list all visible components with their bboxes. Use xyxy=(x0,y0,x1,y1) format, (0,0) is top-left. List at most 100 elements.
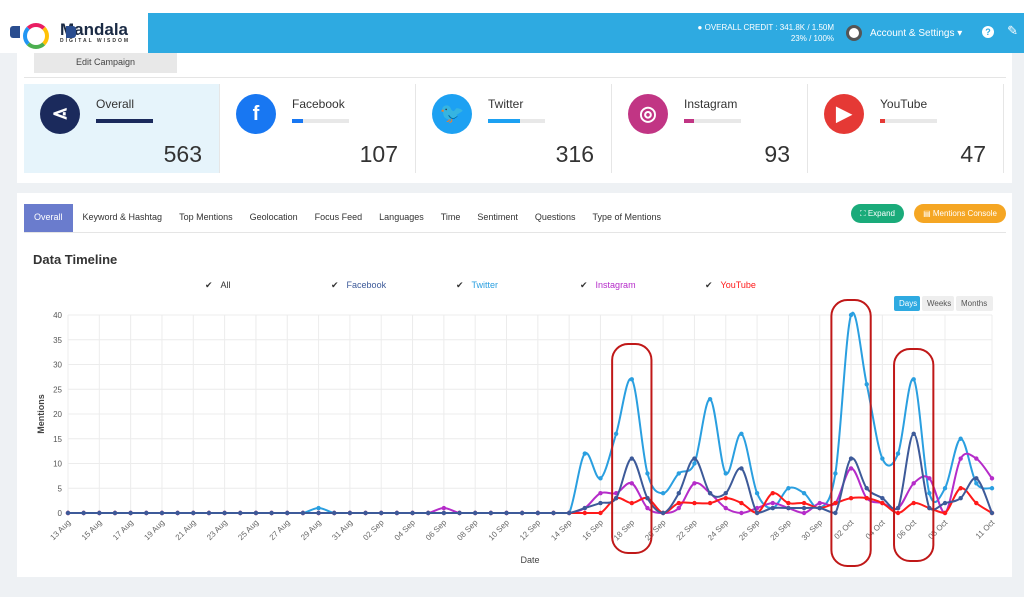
data-point-twitter xyxy=(316,505,321,511)
data-point-youtube xyxy=(676,500,681,506)
data-point-youtube xyxy=(911,500,916,506)
data-point-facebook xyxy=(974,476,979,481)
data-point-instagram xyxy=(817,500,822,506)
data-point-twitter xyxy=(911,377,916,382)
data-point-twitter xyxy=(598,476,603,481)
data-point-facebook xyxy=(253,510,259,516)
data-point-facebook xyxy=(175,510,180,516)
data-point-twitter xyxy=(833,471,838,476)
x-tick-label: 04 Oct xyxy=(864,518,888,542)
data-point-facebook xyxy=(97,510,102,516)
data-point-twitter xyxy=(676,471,681,476)
x-tick-label: 08 Oct xyxy=(926,518,950,542)
data-point-facebook xyxy=(864,486,869,491)
data-point-youtube xyxy=(864,495,869,501)
data-point-facebook xyxy=(754,510,760,516)
data-point-facebook xyxy=(144,510,149,516)
data-point-facebook xyxy=(332,510,337,516)
x-tick-label: 14 Sep xyxy=(549,518,574,543)
x-axis-title: Date xyxy=(520,555,539,565)
data-timeline-chart: 0 5 10 15 20 25 30 35 40 13 Aug 15 Aug 17 Aug 19 Aug… xyxy=(36,299,997,567)
data-point-twitter xyxy=(801,491,807,496)
data-point-instagram xyxy=(692,481,697,486)
scrollbar-track[interactable] xyxy=(1012,53,1024,597)
series-line-facebook xyxy=(68,432,993,515)
data-point-facebook xyxy=(488,510,494,516)
data-point-facebook xyxy=(676,491,681,496)
y-tick-label: 15 xyxy=(53,435,62,444)
data-point-facebook xyxy=(989,510,995,516)
data-point-facebook xyxy=(426,510,431,516)
data-point-facebook xyxy=(285,510,290,516)
data-point-youtube xyxy=(958,486,963,491)
data-point-instagram xyxy=(645,505,650,511)
x-tick-label: 25 Aug xyxy=(236,518,260,542)
data-point-facebook xyxy=(629,456,634,461)
x-tick-label: 26 Sep xyxy=(737,518,762,543)
data-point-twitter xyxy=(958,436,963,441)
data-point-facebook xyxy=(379,510,384,516)
data-point-facebook xyxy=(895,505,901,511)
y-tick-label: 10 xyxy=(53,460,62,469)
data-point-facebook xyxy=(723,491,728,496)
data-point-instagram xyxy=(989,476,995,481)
data-point-twitter xyxy=(660,491,666,496)
data-point-facebook xyxy=(269,510,274,516)
data-point-facebook xyxy=(316,510,321,516)
data-point-facebook xyxy=(598,500,603,506)
data-point-facebook xyxy=(817,505,822,511)
data-point-instagram xyxy=(801,510,807,516)
data-point-facebook xyxy=(128,510,133,516)
data-point-youtube xyxy=(598,510,603,516)
data-point-youtube xyxy=(848,495,854,501)
x-tick-label: 08 Sep xyxy=(455,518,480,543)
x-tick-label: 30 Sep xyxy=(800,518,825,543)
data-point-instagram xyxy=(927,476,932,481)
data-point-twitter xyxy=(739,431,744,436)
data-point-facebook xyxy=(911,431,916,436)
data-point-facebook xyxy=(347,510,353,516)
data-point-facebook xyxy=(504,510,509,516)
x-tick-label: 18 Sep xyxy=(612,518,637,543)
data-point-youtube xyxy=(895,510,901,516)
data-point-facebook xyxy=(566,510,572,516)
x-tick-label: 20 Sep xyxy=(643,518,668,543)
data-point-instagram xyxy=(629,481,634,486)
data-point-twitter xyxy=(974,481,979,486)
data-point-facebook xyxy=(739,466,744,471)
series-line-youtube xyxy=(68,487,993,515)
x-tick-label: 02 Sep xyxy=(361,518,386,543)
x-tick-label: 16 Sep xyxy=(581,518,606,543)
x-tick-label: 23 Aug xyxy=(205,518,229,542)
data-point-twitter xyxy=(880,456,885,461)
y-tick-label: 30 xyxy=(53,361,62,370)
data-point-facebook xyxy=(519,510,525,516)
data-point-youtube xyxy=(770,491,775,496)
x-tick-label: 13 Aug xyxy=(48,518,72,542)
data-point-facebook xyxy=(81,510,86,516)
data-point-facebook xyxy=(535,510,541,516)
y-tick-label: 0 xyxy=(58,509,63,518)
x-tick-label: 22 Sep xyxy=(675,518,700,543)
data-point-youtube xyxy=(723,495,728,501)
data-point-twitter xyxy=(786,486,791,491)
data-point-twitter xyxy=(848,312,854,318)
data-point-youtube xyxy=(582,510,588,516)
data-point-instagram xyxy=(676,505,681,511)
data-point-youtube xyxy=(739,500,744,506)
data-point-facebook xyxy=(222,510,227,516)
data-point-twitter xyxy=(582,451,588,456)
data-point-facebook xyxy=(942,500,948,506)
data-point-twitter xyxy=(629,377,634,382)
x-tick-label: 19 Aug xyxy=(142,518,166,542)
data-point-instagram xyxy=(958,456,963,461)
data-point-facebook xyxy=(692,456,697,461)
y-tick-label: 5 xyxy=(58,484,63,493)
data-point-twitter xyxy=(645,471,650,476)
x-tick-label: 04 Sep xyxy=(393,518,418,543)
data-point-youtube xyxy=(629,500,634,506)
x-tick-label: 02 Oct xyxy=(832,518,856,542)
data-point-facebook xyxy=(786,505,791,511)
data-point-twitter xyxy=(613,431,619,436)
data-point-twitter xyxy=(754,491,760,496)
